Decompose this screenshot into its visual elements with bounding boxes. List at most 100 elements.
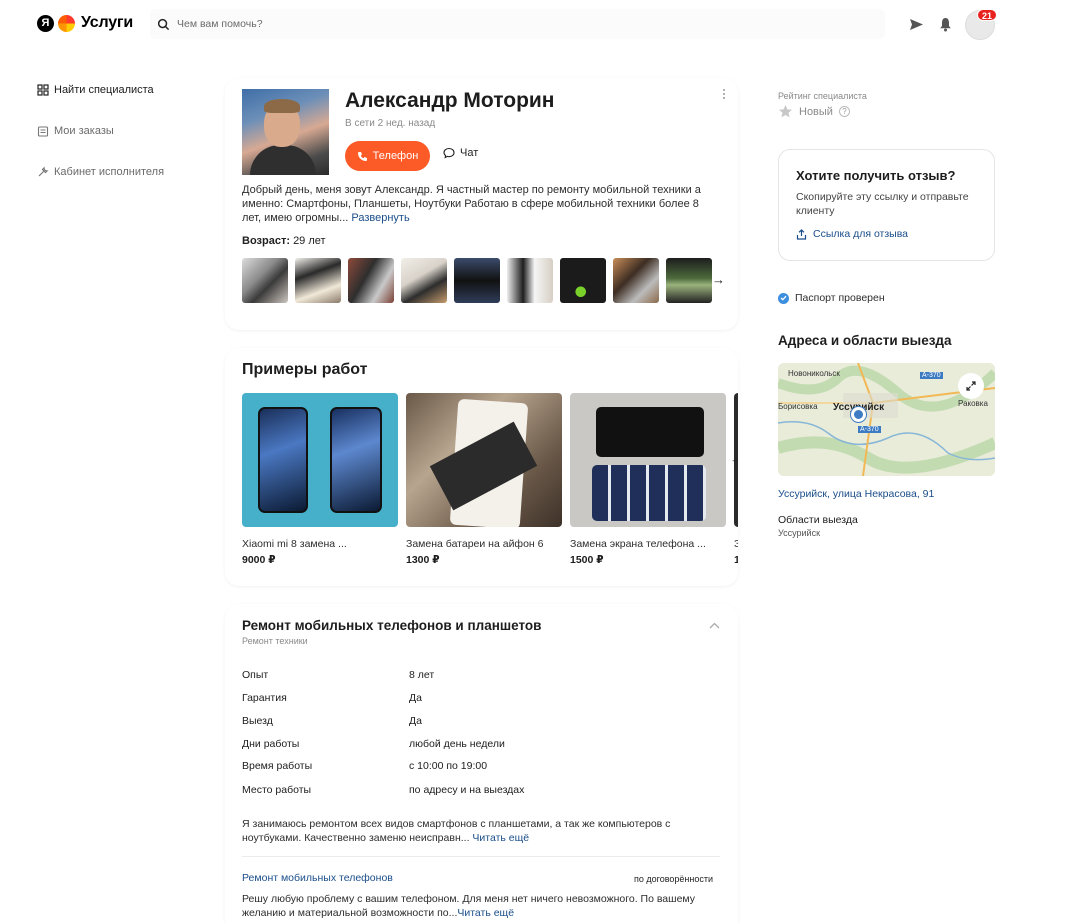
help-icon[interactable]: ? [838,106,850,117]
nav-label: Найти специалиста [54,84,154,96]
review-link[interactable]: Ссылка для отзыва [796,228,908,240]
service-title: Ремонт мобильных телефонов и планшетов [242,618,542,633]
gallery-photo[interactable] [507,258,553,303]
divider [242,856,720,857]
work-title: Замена экрана телефона ... [570,538,706,550]
detail-row: Место работы по адресу и на выездах [242,784,525,796]
road-label: А-370 [920,372,943,379]
gallery-photo[interactable] [613,258,659,303]
work-price: 1300 ₽ [406,554,440,566]
send-icon[interactable] [906,14,926,34]
road-label: А-370 [858,426,881,433]
work-price: 1500 ₽ [570,554,604,566]
address-link[interactable]: Уссурийск, улица Некрасова, 91 [778,488,934,500]
services-logo-icon [58,14,75,32]
phone-button[interactable]: Телефон [345,141,430,171]
review-request-card: Хотите получить отзыв? Скопируйте эту сс… [778,149,995,261]
phone-icon [357,151,367,161]
areas-value: Уссурийск [778,528,821,538]
work-image [242,393,398,527]
wrench-icon [38,166,49,177]
orders-icon [37,126,49,137]
work-price: 9000 ₽ [242,554,276,566]
sub-service-link[interactable]: Ремонт мобильных телефонов [242,872,393,884]
service-description: Я занимаюсь ремонтом всех видов смартфон… [242,818,671,844]
chat-button[interactable]: Чат [443,147,478,159]
star-icon [779,105,792,118]
sub-service-description: Решу любую проблему с вашим телефоном. Д… [242,893,695,919]
grid-icon [37,84,49,96]
sidebar-nav: Найти специалиста Мои заказы Кабинет исп… [37,83,217,206]
sub-service-price: по договорённости [634,874,714,884]
review-description: Скопируйте эту ссылку и отправьте клиент… [796,191,969,217]
map[interactable]: Новоникольск Борисовка Уссурийск Раковка… [778,363,995,476]
service-category: Ремонт техники [242,636,308,646]
map-label: Раковка [958,399,988,408]
works-title: Примеры работ [242,361,368,378]
areas-title: Области выезда [778,514,858,526]
work-item[interactable]: Замена батареи на айфон 6 1300 ₽ [406,393,562,566]
detail-row: Дни работы любой день недели [242,738,505,750]
about-text: Добрый день, меня зовут Александр. Я час… [242,184,701,224]
logo-text: Услуги [81,14,133,31]
detail-row: Опыт 8 лет [242,669,435,681]
service-card: Ремонт мобильных телефонов и планшетов Р… [225,604,738,923]
gallery-photo[interactable] [666,258,712,303]
work-item[interactable]: Замена экрана телефона ... 1500 ₽ [570,393,726,566]
work-item[interactable]: Xiaomi mi 8 замена ... 9000 ₽ [242,393,398,566]
map-label: Новоникольск [788,369,840,378]
work-price: 1 [734,554,738,566]
gallery-photo[interactable] [401,258,447,303]
read-more-link[interactable]: Читать ещё [457,907,514,919]
works-next-arrow-icon[interactable]: → [730,451,738,466]
logo[interactable]: Я Услуги [37,14,133,32]
expand-map-icon[interactable] [958,373,984,399]
bell-icon[interactable] [935,14,955,34]
nav-item-find-specialist[interactable]: Найти специалиста [37,83,217,97]
address-section-title: Адреса и области выезда [778,333,952,348]
online-status: В сети 2 нед. назад [345,118,436,129]
review-title: Хотите получить отзыв? [796,168,956,183]
map-label: Борисовка [778,402,818,411]
rating-label: Рейтинг специалиста [778,91,867,101]
detail-row: Выезд Да [242,715,422,727]
map-pin-icon [851,407,866,422]
gallery-next-arrow-icon[interactable]: → [712,272,725,287]
detail-row: Время работы с 10:00 по 19:00 [242,760,488,772]
work-item[interactable]: З 1 [734,393,738,566]
nav-item-executor-cabinet[interactable]: Кабинет исполнителя [37,165,217,179]
gallery-photo[interactable] [242,258,288,303]
specialist-photo[interactable] [242,89,329,175]
yandex-logo-icon: Я [37,14,54,32]
search-icon [157,18,170,30]
passport-verified: Паспорт проверен [778,292,885,304]
works-card: Примеры работ Xiaomi mi 8 замена ... 900… [225,348,738,586]
chevron-up-icon[interactable] [709,620,720,632]
work-title: Замена батареи на айфон 6 [406,538,544,550]
chat-icon [443,147,455,159]
work-image [406,393,562,527]
check-icon [778,292,789,304]
nav-label: Кабинет исполнителя [54,166,165,178]
more-menu-icon[interactable] [720,88,728,102]
age: Возраст: 29 лет [242,235,326,247]
nav-label: Мои заказы [54,125,114,137]
notification-badge: 21 [977,9,998,21]
detail-row: Гарантия Да [242,692,422,704]
search-input[interactable] [177,18,777,30]
gallery-photo[interactable] [560,258,606,303]
gallery-photo[interactable] [454,258,500,303]
work-title: Xiaomi mi 8 замена ... [242,538,347,550]
header: Я Услуги 21 [0,0,1067,48]
gallery-photo[interactable] [295,258,341,303]
read-more-link[interactable]: Читать ещё [472,832,529,844]
nav-item-my-orders[interactable]: Мои заказы [37,124,217,138]
expand-link[interactable]: Развернуть [351,212,409,224]
photo-gallery [242,258,712,303]
search-bar[interactable] [150,9,885,39]
share-icon [796,228,807,240]
gallery-photo[interactable] [348,258,394,303]
work-image [570,393,726,527]
profile-card: Александр Моторин В сети 2 нед. назад Те… [225,78,738,330]
work-title: З [734,538,738,550]
